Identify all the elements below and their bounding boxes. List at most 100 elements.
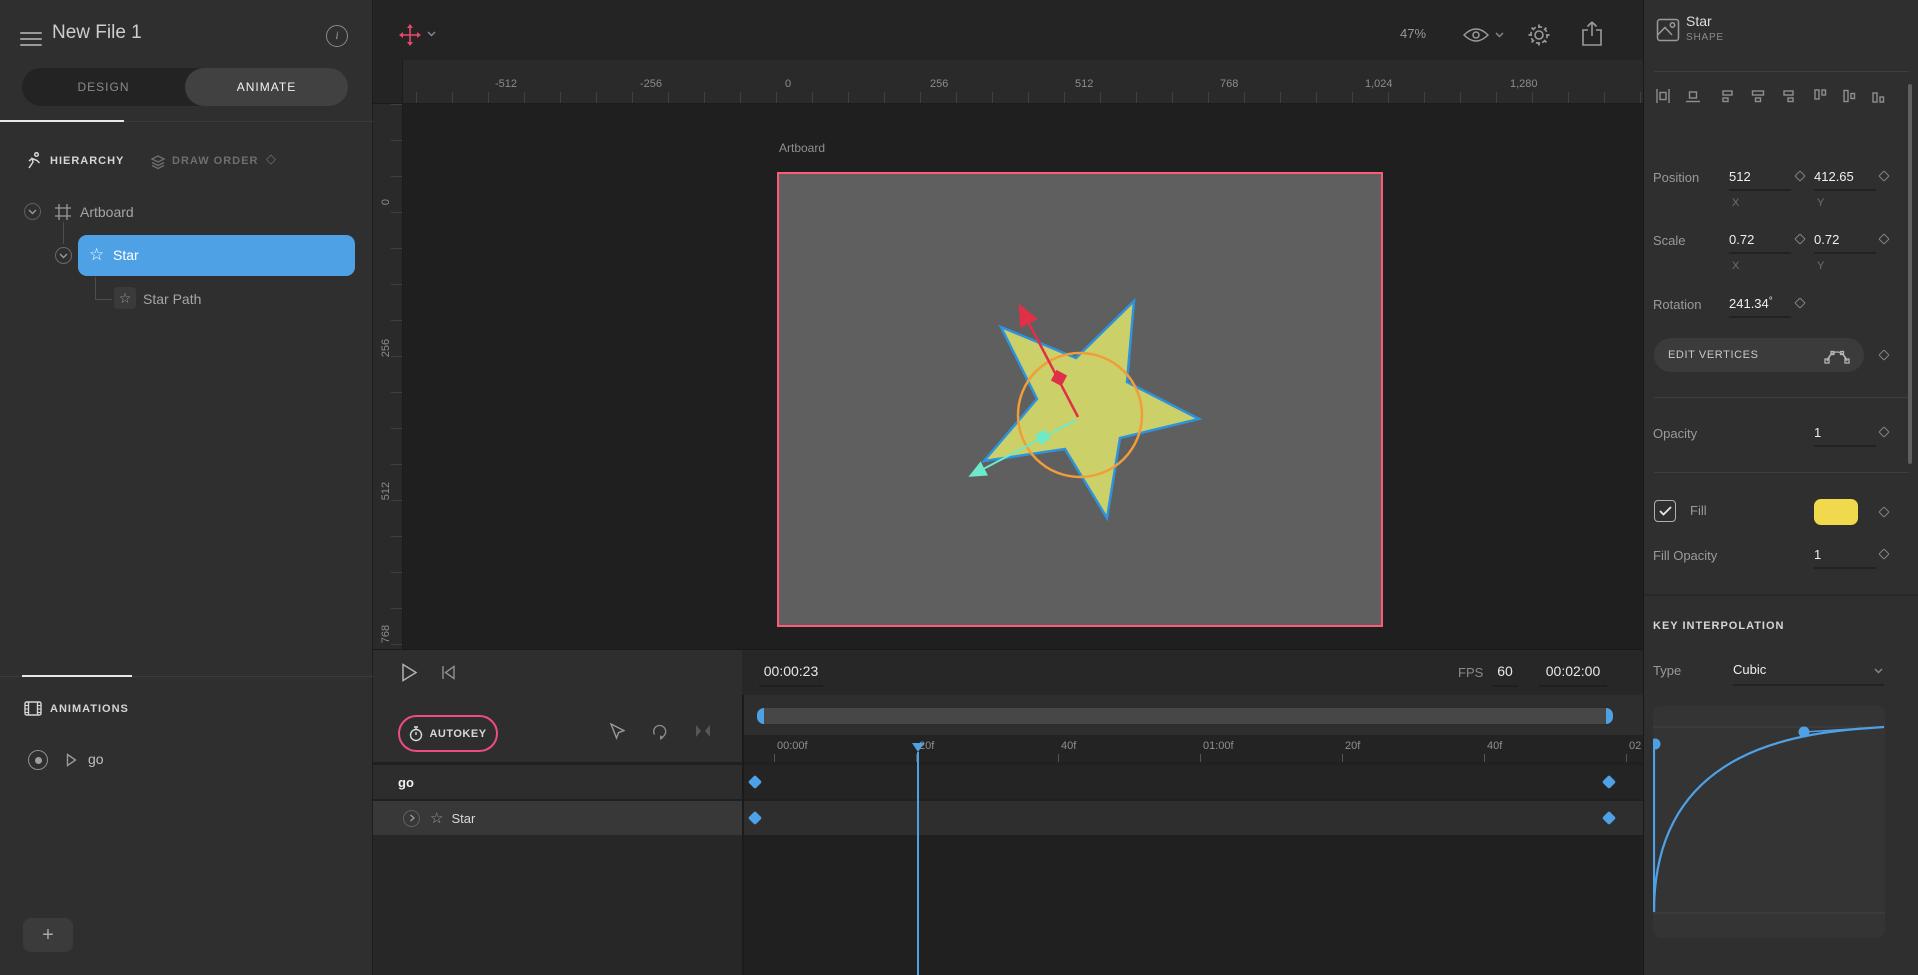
- artboard-canvas-label[interactable]: Artboard: [779, 141, 825, 155]
- hierarchy-tab[interactable]: HIERARCHY: [50, 155, 124, 167]
- work-area-start-handle[interactable]: [757, 708, 764, 724]
- fill-swatch[interactable]: [1814, 499, 1858, 525]
- playback-bar: 00:00:23 FPS 60 00:02:00: [373, 649, 1643, 695]
- loop-icon[interactable]: [651, 724, 669, 740]
- edit-vertices-label: EDIT VERTICES: [1668, 349, 1759, 361]
- canvas[interactable]: Artboard -512 -256 0 256 51: [373, 60, 1643, 649]
- duration-input[interactable]: 00:02:00: [1535, 663, 1611, 679]
- position-label: Position: [1653, 170, 1699, 185]
- zoom-level[interactable]: 47%: [1391, 26, 1435, 41]
- section-divider-handle[interactable]: [22, 675, 132, 677]
- playhead-handle[interactable]: [912, 743, 924, 752]
- artboard-rect[interactable]: [777, 172, 1383, 627]
- align-vertical-center-icon[interactable]: [1683, 86, 1703, 106]
- draw-order-key-icon[interactable]: ◇: [266, 151, 276, 167]
- visibility-icon[interactable]: [1463, 27, 1489, 43]
- fill-label: Fill: [1690, 503, 1707, 518]
- curve-handle-out[interactable]: [1799, 727, 1810, 738]
- position-x-key-icon[interactable]: [1794, 170, 1805, 181]
- curve-handle-in[interactable]: [1653, 739, 1661, 750]
- skip-to-start-button[interactable]: [441, 665, 456, 680]
- align-middle-icon[interactable]: [1839, 86, 1859, 106]
- rotation-input[interactable]: 241.34°: [1729, 296, 1773, 311]
- tool-dropdown-chevron[interactable]: [427, 31, 436, 37]
- opacity-input[interactable]: 1: [1814, 425, 1874, 440]
- autokey-toggle[interactable]: AUTOKEY: [398, 715, 498, 752]
- playhead-line[interactable]: [917, 752, 919, 975]
- position-y-input[interactable]: 412.65: [1814, 169, 1874, 184]
- align-bottom-icon[interactable]: [1868, 86, 1888, 106]
- current-time-input[interactable]: 00:00:23: [755, 663, 827, 679]
- interpolation-chevron-icon[interactable]: [1874, 668, 1883, 674]
- horizontal-ruler[interactable]: -512 -256 0 256 512 768 1,024 1,280: [373, 60, 1643, 104]
- inspector-panel: Star SHAPE Position 512: [1643, 0, 1918, 975]
- scale-x-input[interactable]: 0.72: [1729, 232, 1789, 247]
- timeline-ruler-label: 02: [1629, 740, 1641, 752]
- track-expand-chevron[interactable]: [403, 810, 420, 827]
- tab-design[interactable]: DESIGN: [22, 68, 185, 106]
- scale-y-input[interactable]: 0.72: [1814, 232, 1874, 247]
- align-horizontal-center-icon[interactable]: [1653, 86, 1673, 106]
- add-button[interactable]: +: [23, 918, 73, 952]
- work-area-end-handle[interactable]: [1606, 708, 1613, 724]
- scale-x-key-icon[interactable]: [1794, 233, 1805, 244]
- hruler-label: 256: [930, 78, 948, 90]
- fill-opacity-input[interactable]: 1: [1814, 547, 1874, 562]
- opacity-key-icon[interactable]: [1878, 426, 1889, 437]
- tree-item-star-path[interactable]: Star Path: [143, 291, 201, 307]
- vruler-label: 512: [380, 474, 392, 508]
- draw-order-tab[interactable]: DRAW ORDER: [172, 155, 258, 167]
- fill-checkbox[interactable]: [1654, 500, 1676, 522]
- inspector-scrollbar[interactable]: [1908, 84, 1912, 464]
- keyframe-diamond[interactable]: [1602, 775, 1616, 789]
- share-export-icon[interactable]: [1581, 21, 1603, 47]
- align-left-icon[interactable]: [1719, 86, 1739, 106]
- work-area-bounds-icon[interactable]: [695, 725, 711, 737]
- fill-opacity-key-icon[interactable]: [1878, 548, 1889, 559]
- interpolation-curve-editor[interactable]: [1653, 706, 1885, 938]
- star-expand-chevron[interactable]: [55, 247, 72, 264]
- hruler-label: -512: [495, 78, 517, 90]
- align-top-icon[interactable]: [1810, 86, 1830, 106]
- info-icon[interactable]: i: [326, 25, 348, 47]
- tab-animate[interactable]: ANIMATE: [185, 68, 348, 106]
- interpolation-type-select[interactable]: Cubic: [1733, 662, 1766, 677]
- scale-y-axis-label: Y: [1817, 260, 1824, 272]
- vertical-ruler[interactable]: 0 256 512 768: [373, 104, 403, 649]
- hruler-label: 512: [1075, 78, 1093, 90]
- keyframe-diamond[interactable]: [748, 811, 762, 825]
- rotation-key-icon[interactable]: [1794, 297, 1805, 308]
- track-label-go[interactable]: go: [398, 775, 414, 790]
- animation-item-go[interactable]: go: [88, 751, 104, 767]
- animation-play-icon[interactable]: [66, 753, 77, 767]
- select-cursor-icon[interactable]: [609, 723, 625, 741]
- play-button[interactable]: [401, 663, 418, 682]
- bezier-icon: [1824, 345, 1850, 365]
- move-tool-icon[interactable]: [399, 24, 421, 46]
- artboard-expand-chevron[interactable]: [24, 203, 41, 220]
- track-label-star[interactable]: Star: [451, 811, 475, 826]
- position-y-key-icon[interactable]: [1878, 170, 1889, 181]
- tree-item-star-label[interactable]: Star: [113, 247, 139, 263]
- align-center-icon[interactable]: [1748, 86, 1768, 106]
- hamburger-menu-icon[interactable]: [20, 28, 42, 50]
- vertices-key-icon[interactable]: [1878, 349, 1889, 360]
- keyframe-diamond[interactable]: [748, 775, 762, 789]
- tree-connector: [95, 277, 112, 300]
- work-area-bar[interactable]: [757, 708, 1613, 724]
- scale-y-key-icon[interactable]: [1878, 233, 1889, 244]
- hruler-label: 0: [785, 78, 791, 90]
- left-panel: New File 1 i DESIGN ANIMATE HIERARCHY DR…: [0, 0, 373, 975]
- fps-input[interactable]: 60: [1489, 663, 1521, 679]
- align-right-icon[interactable]: [1777, 86, 1797, 106]
- visibility-chevron[interactable]: [1495, 32, 1504, 38]
- keyframe-diamond[interactable]: [1602, 811, 1616, 825]
- position-x-input[interactable]: 512: [1729, 169, 1789, 184]
- animation-radio[interactable]: [28, 750, 48, 770]
- settings-gear-icon[interactable]: [1527, 23, 1551, 47]
- fill-key-icon[interactable]: [1878, 506, 1889, 517]
- timeline-ruler[interactable]: 00:00f 20f 40f 01:00f 20f 40f 02: [744, 735, 1643, 762]
- document-title: New File 1: [52, 22, 142, 44]
- tree-item-artboard[interactable]: Artboard: [80, 204, 134, 220]
- edit-vertices-button[interactable]: EDIT VERTICES: [1654, 338, 1864, 372]
